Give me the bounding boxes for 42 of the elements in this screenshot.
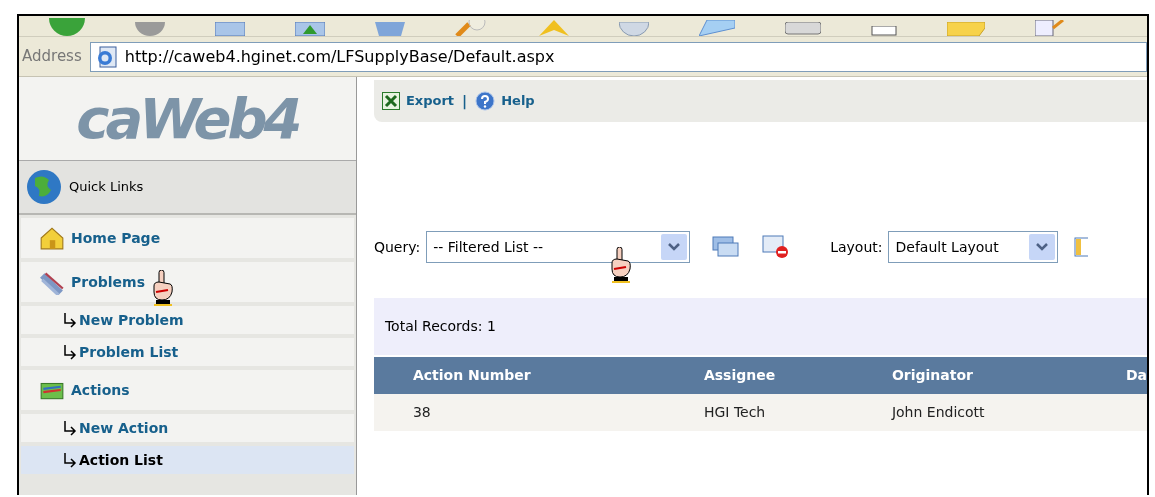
nav-section-item[interactable]: Home Page <box>21 218 354 258</box>
help-icon <box>475 91 496 111</box>
window-delete-icon[interactable] <box>762 235 791 259</box>
globe-icon <box>25 168 63 206</box>
address-label: Address <box>21 46 83 68</box>
total-records: Total Records: 1 <box>384 317 496 336</box>
table-row[interactable]: 38 HGI Tech John Endicott <box>373 394 1147 431</box>
table-cell-text: 38 <box>412 403 431 422</box>
dropdown-caret-icon <box>1029 234 1056 260</box>
url-text: http://caweb4.hginet.com/LFSupplyBase/Default.aspx <box>124 45 555 68</box>
layout-dropdown[interactable]: Default Layout <box>888 231 1059 263</box>
nav-link-item[interactable]: New Problem <box>21 306 354 334</box>
table-cell-text: HGI Tech <box>703 403 766 422</box>
help-link[interactable]: Help <box>501 91 535 111</box>
address-field[interactable]: http://caweb4.hginet.com/LFSupplyBase/Default.aspx <box>89 41 1147 72</box>
return-arrow-icon <box>63 420 77 436</box>
return-arrow-icon <box>63 312 77 328</box>
layout-icon[interactable] <box>1074 237 1089 257</box>
nav-link-item[interactable]: Problem List <box>21 338 354 366</box>
dropdown-caret-icon <box>661 234 688 260</box>
return-arrow-icon <box>63 452 77 468</box>
nav-section-item[interactable]: Problems <box>21 262 354 302</box>
toolbar-separator: | <box>461 91 469 112</box>
pointing-hand-cursor-icon <box>150 270 174 306</box>
query-label: Query: <box>373 237 421 257</box>
quick-links-label: Quick Links <box>69 178 144 197</box>
caweb-logo: caWeb4 <box>76 90 299 147</box>
export-link[interactable]: Export <box>405 91 455 111</box>
nav-link-item[interactable]: Action List <box>21 446 354 474</box>
layout-label: Layout: <box>830 237 883 257</box>
table-cell-text: John Endicott <box>891 403 985 422</box>
column-header[interactable]: Da <box>1125 365 1147 386</box>
house-icon <box>39 225 65 251</box>
return-arrow-icon <box>63 344 77 360</box>
nav-link-item[interactable]: New Action <box>21 414 354 442</box>
column-header[interactable]: Originator <box>891 365 1126 386</box>
column-header[interactable]: Action Number <box>373 365 704 386</box>
column-header[interactable]: Assignee <box>703 365 892 386</box>
nav-section-item[interactable]: Actions <box>21 370 354 410</box>
windows-icon[interactable] <box>712 236 741 258</box>
spreadsheet-icon <box>381 92 400 110</box>
query-dropdown[interactable]: -- Filtered List -- <box>426 231 691 263</box>
